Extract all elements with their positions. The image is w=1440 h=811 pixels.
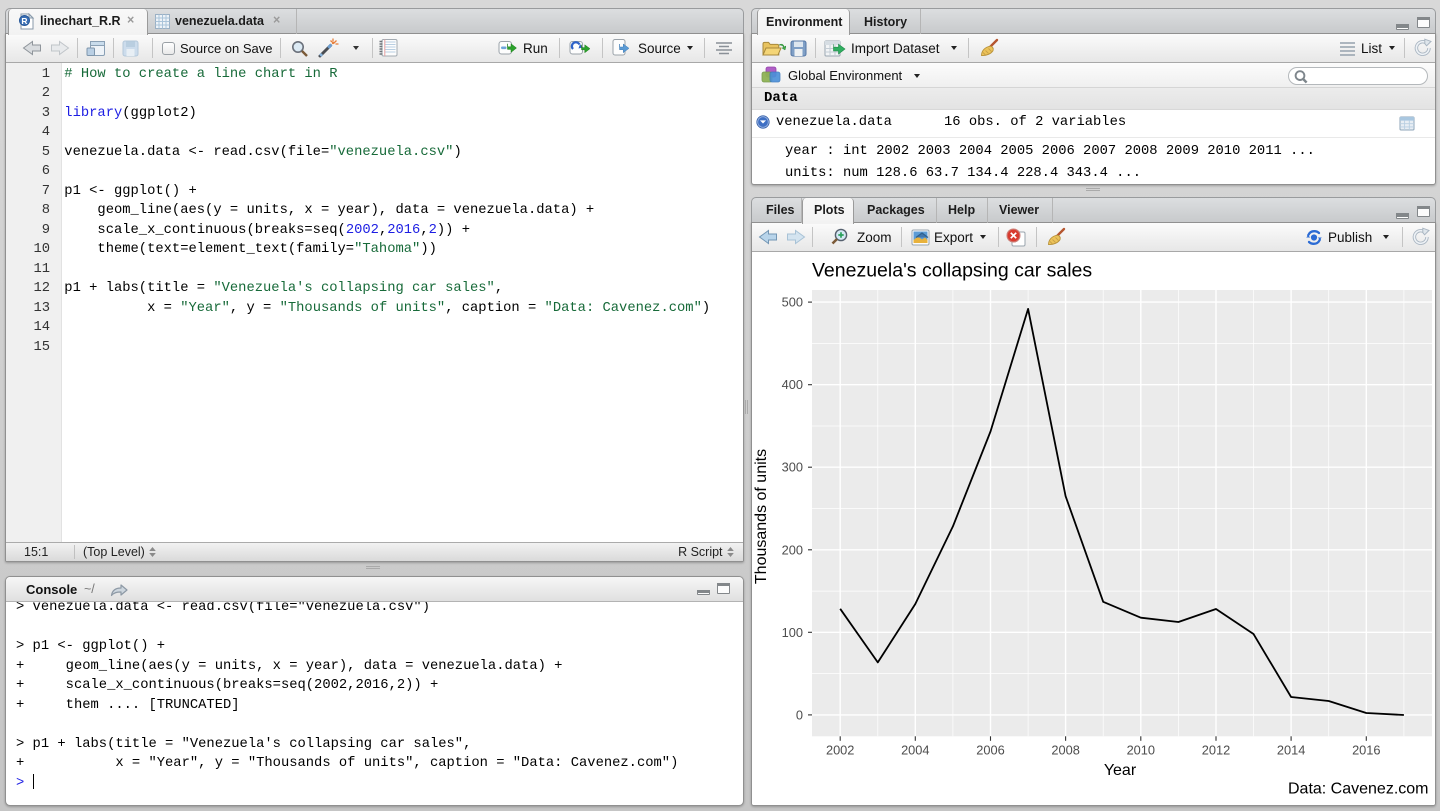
svg-text:R: R <box>21 16 27 26</box>
svg-text:0: 0 <box>796 707 803 722</box>
svg-text:100: 100 <box>782 625 803 640</box>
svg-text:2014: 2014 <box>1277 742 1305 757</box>
svg-text:2004: 2004 <box>901 742 929 757</box>
svg-text:2002: 2002 <box>826 742 854 757</box>
svg-text:2012: 2012 <box>1202 742 1230 757</box>
svg-text:2016: 2016 <box>1352 742 1380 757</box>
svg-text:2010: 2010 <box>1127 742 1155 757</box>
svg-text:Venezuela's collapsing car sal: Venezuela's collapsing car sales <box>812 260 1092 282</box>
svg-text:2008: 2008 <box>1051 742 1079 757</box>
svg-text:300: 300 <box>782 460 803 475</box>
svg-text:Thousands of units: Thousands of units <box>753 449 770 584</box>
svg-text:500: 500 <box>782 295 803 310</box>
svg-text:Data: Cavenez.com: Data: Cavenez.com <box>1288 781 1429 798</box>
svg-text:200: 200 <box>782 542 803 557</box>
svg-text:400: 400 <box>782 377 803 392</box>
svg-text:Year: Year <box>1104 762 1137 779</box>
svg-text:2006: 2006 <box>976 742 1004 757</box>
